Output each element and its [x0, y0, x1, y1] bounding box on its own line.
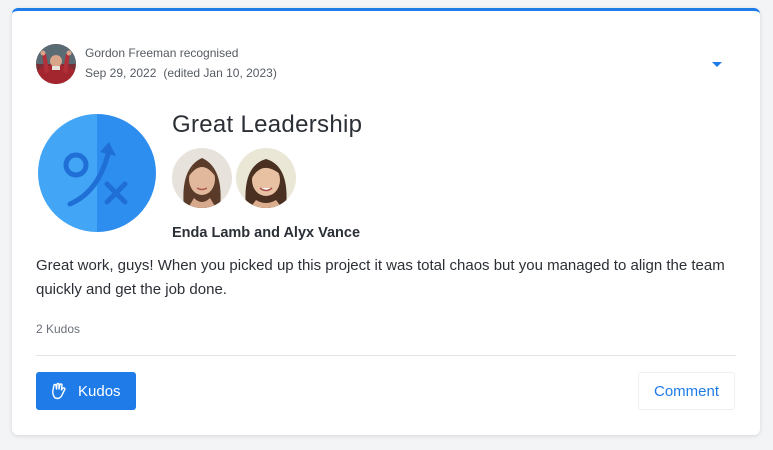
chevron-down-icon[interactable] — [709, 56, 725, 72]
edited-date: (edited Jan 10, 2023) — [163, 66, 277, 80]
kudos-button-label: Kudos — [78, 382, 121, 400]
hand-wave-icon — [50, 382, 68, 400]
author-line: Gordon Freeman recognised — [85, 46, 239, 60]
divider — [36, 355, 736, 356]
award-title: Great Leadership — [172, 111, 363, 138]
comment-button-label: Comment — [653, 382, 720, 400]
post-date-line: Sep 29, 2022 (edited Jan 10, 2023) — [85, 66, 277, 80]
recipient-avatar[interactable] — [172, 148, 232, 208]
leadership-badge-icon — [38, 114, 156, 232]
recognition-message: Great work, guys! When you picked up thi… — [36, 257, 725, 298]
kudos-button[interactable]: Kudos — [36, 372, 136, 410]
recipient-names: Enda Lamb and Alyx Vance — [172, 225, 361, 241]
recognition-card: Gordon Freeman recognised Sep 29, 2022 (e… — [12, 8, 760, 435]
author-avatar[interactable] — [36, 44, 76, 84]
recipient-avatar[interactable] — [236, 148, 296, 208]
post-date: Sep 29, 2022 — [85, 66, 157, 80]
comment-button[interactable]: Comment — [638, 372, 735, 410]
kudos-count[interactable]: 2 Kudos — [36, 322, 80, 336]
